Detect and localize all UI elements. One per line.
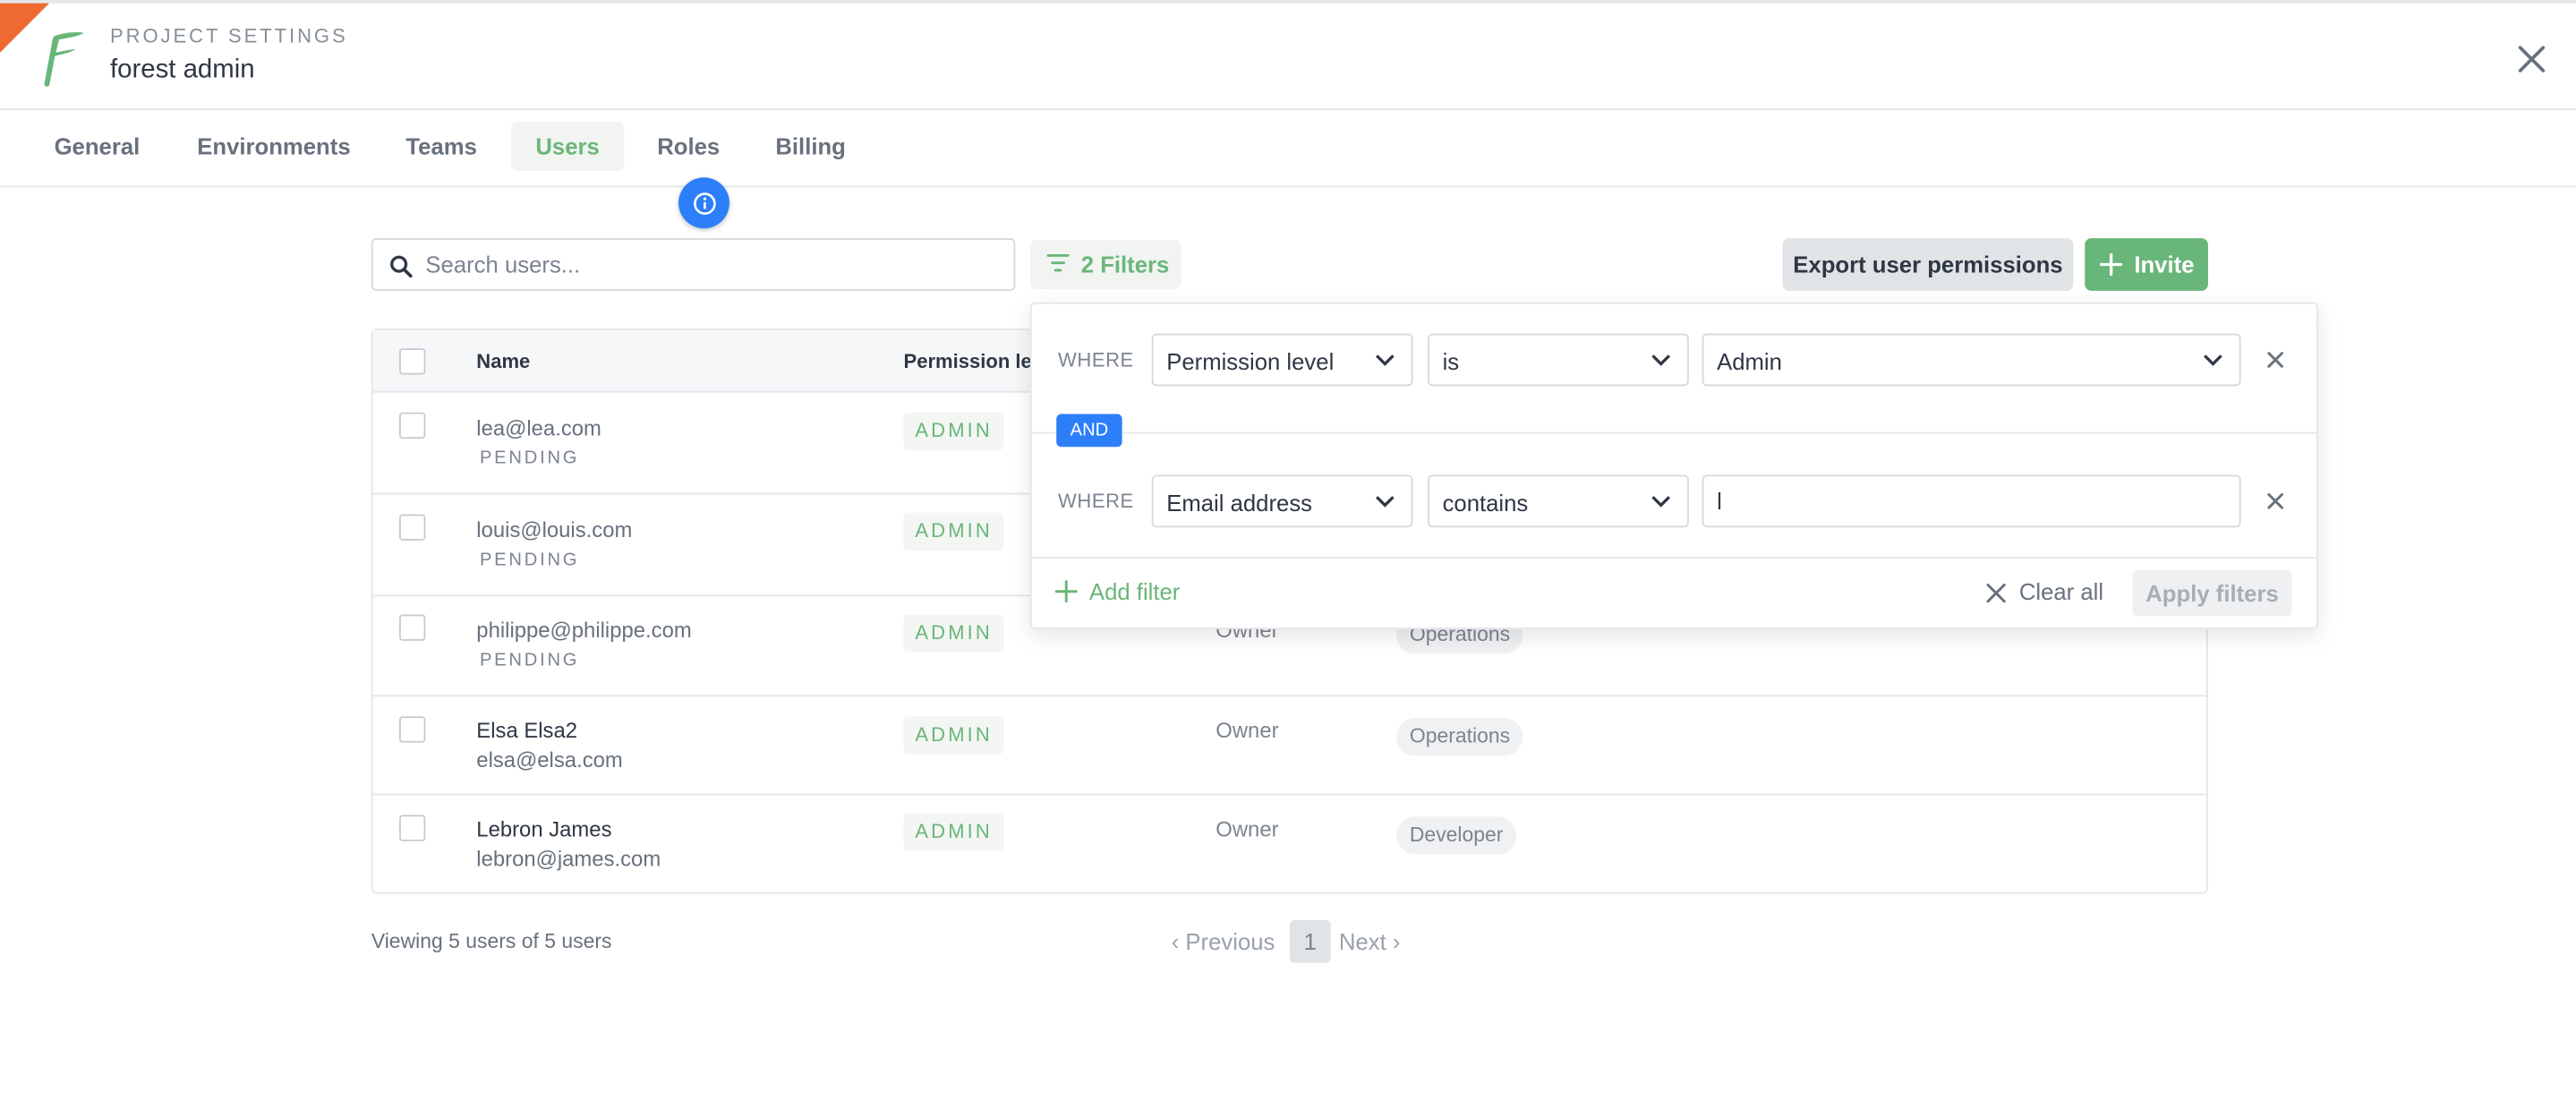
filter-field-value: Email address [1166,489,1313,516]
close-icon[interactable] [2511,38,2554,81]
and-conjunction-badge[interactable]: AND [1056,414,1122,448]
settings-eyebrow: PROJECT SETTINGS [109,24,348,48]
permission-badge: ADMIN [903,512,1004,550]
tab-general[interactable]: General [30,122,165,171]
chevron-down-icon [1375,354,1395,366]
search-icon [390,255,413,278]
remove-filter-icon[interactable] [2262,488,2288,514]
search-users-field[interactable] [371,238,1016,291]
user-email: louis@louis.com [476,517,633,542]
table-row[interactable]: Elsa Elsa2 elsa@elsa.com ADMIN Owner Ope… [372,696,2207,796]
filter-operator-select[interactable]: contains [1428,474,1689,528]
search-input[interactable] [425,241,1001,288]
pending-label: PENDING [479,650,580,670]
invite-button[interactable]: Invite [2085,238,2208,291]
team-pill: Operations [1396,718,1523,756]
filter-operator-value: is [1442,348,1460,375]
filter-footer-divider [1031,557,2317,559]
filter-value-select[interactable]: Admin [1702,333,2241,387]
apply-filters-button[interactable]: Apply filters [2132,569,2292,617]
user-name: Elsa Elsa2 [476,718,578,743]
filters-button[interactable]: 2 Filters [1029,239,1181,290]
forest-logo-icon [44,31,84,87]
user-email: lebron@james.com [476,846,661,871]
permission-badge: ADMIN [903,716,1004,755]
filter-popover: WHERE Permission level is Admin AND WHER… [1029,302,2318,629]
info-icon[interactable] [678,177,729,229]
tab-users[interactable]: Users [510,121,625,171]
user-email: elsa@elsa.com [476,747,623,772]
viewing-count: Viewing 5 users of 5 users [371,929,612,953]
chevron-down-icon [1651,354,1671,366]
project-name: forest admin [109,55,255,84]
plus-icon [2099,252,2123,277]
role-cell: Owner [1215,718,1279,743]
row-checkbox[interactable] [399,514,426,541]
filter-value: Admin [1717,348,1782,375]
filters-button-label: 2 Filters [1080,251,1170,278]
clear-all-label: Clear all [2018,578,2104,605]
tab-teams[interactable]: Teams [381,122,502,171]
permission-badge: ADMIN [903,412,1004,450]
filter-divider [1031,431,2317,434]
filter-field-select[interactable]: Email address [1151,474,1413,528]
modal-header: PROJECT SETTINGS forest admin [0,0,2576,110]
filter-operator-select[interactable]: is [1428,333,1689,387]
remove-filter-icon[interactable] [2262,346,2288,372]
page-number[interactable]: 1 [1289,919,1331,963]
row-checkbox[interactable] [399,716,426,743]
filter-value-input[interactable] [1717,478,2210,525]
row-checkbox[interactable] [399,815,426,841]
column-header-name: Name [476,349,531,373]
add-filter-label: Add filter [1088,578,1181,605]
export-permissions-button[interactable]: Export user permissions [1782,238,2074,291]
permission-badge: ADMIN [903,813,1004,851]
row-checkbox[interactable] [399,412,426,440]
column-header-permission: Permission lev [903,349,1044,373]
tab-billing[interactable]: Billing [751,122,871,171]
pending-label: PENDING [479,448,580,469]
invite-button-label: Invite [2134,251,2195,278]
role-cell: Owner [1215,816,1279,841]
project-settings-modal: PROJECT SETTINGS forest admin General En… [0,0,2576,1101]
next-page-link[interactable]: Next › [1339,920,1401,963]
row-checkbox[interactable] [399,614,426,641]
where-label: WHERE [1058,489,1134,513]
filter-operator-value: contains [1442,489,1529,516]
chevron-down-icon [1651,496,1671,508]
permission-badge: ADMIN [903,614,1004,653]
user-email: philippe@philippe.com [476,618,692,643]
team-pill: Developer [1396,816,1517,855]
filter-field-select[interactable]: Permission level [1151,333,1413,387]
tab-environments[interactable]: Environments [173,122,375,171]
filter-field-value: Permission level [1166,348,1335,375]
user-email: lea@lea.com [476,415,601,440]
table-row[interactable]: Lebron James lebron@james.com ADMIN Owne… [373,795,2206,893]
filter-value-field[interactable] [1702,474,2241,528]
plus-icon [1054,580,1078,603]
user-name: Lebron James [476,816,612,841]
settings-tabs: General Environments Teams Users Roles B… [0,110,2576,188]
close-icon [1986,583,2006,603]
tab-roles[interactable]: Roles [633,122,745,171]
previous-page-link[interactable]: ‹ Previous [1172,920,1275,963]
filter-icon [1046,253,1070,272]
chevron-down-icon [2204,354,2222,366]
pending-label: PENDING [479,550,580,570]
where-label: WHERE [1058,348,1134,371]
select-all-checkbox[interactable] [399,348,426,375]
chevron-down-icon [1375,496,1395,508]
